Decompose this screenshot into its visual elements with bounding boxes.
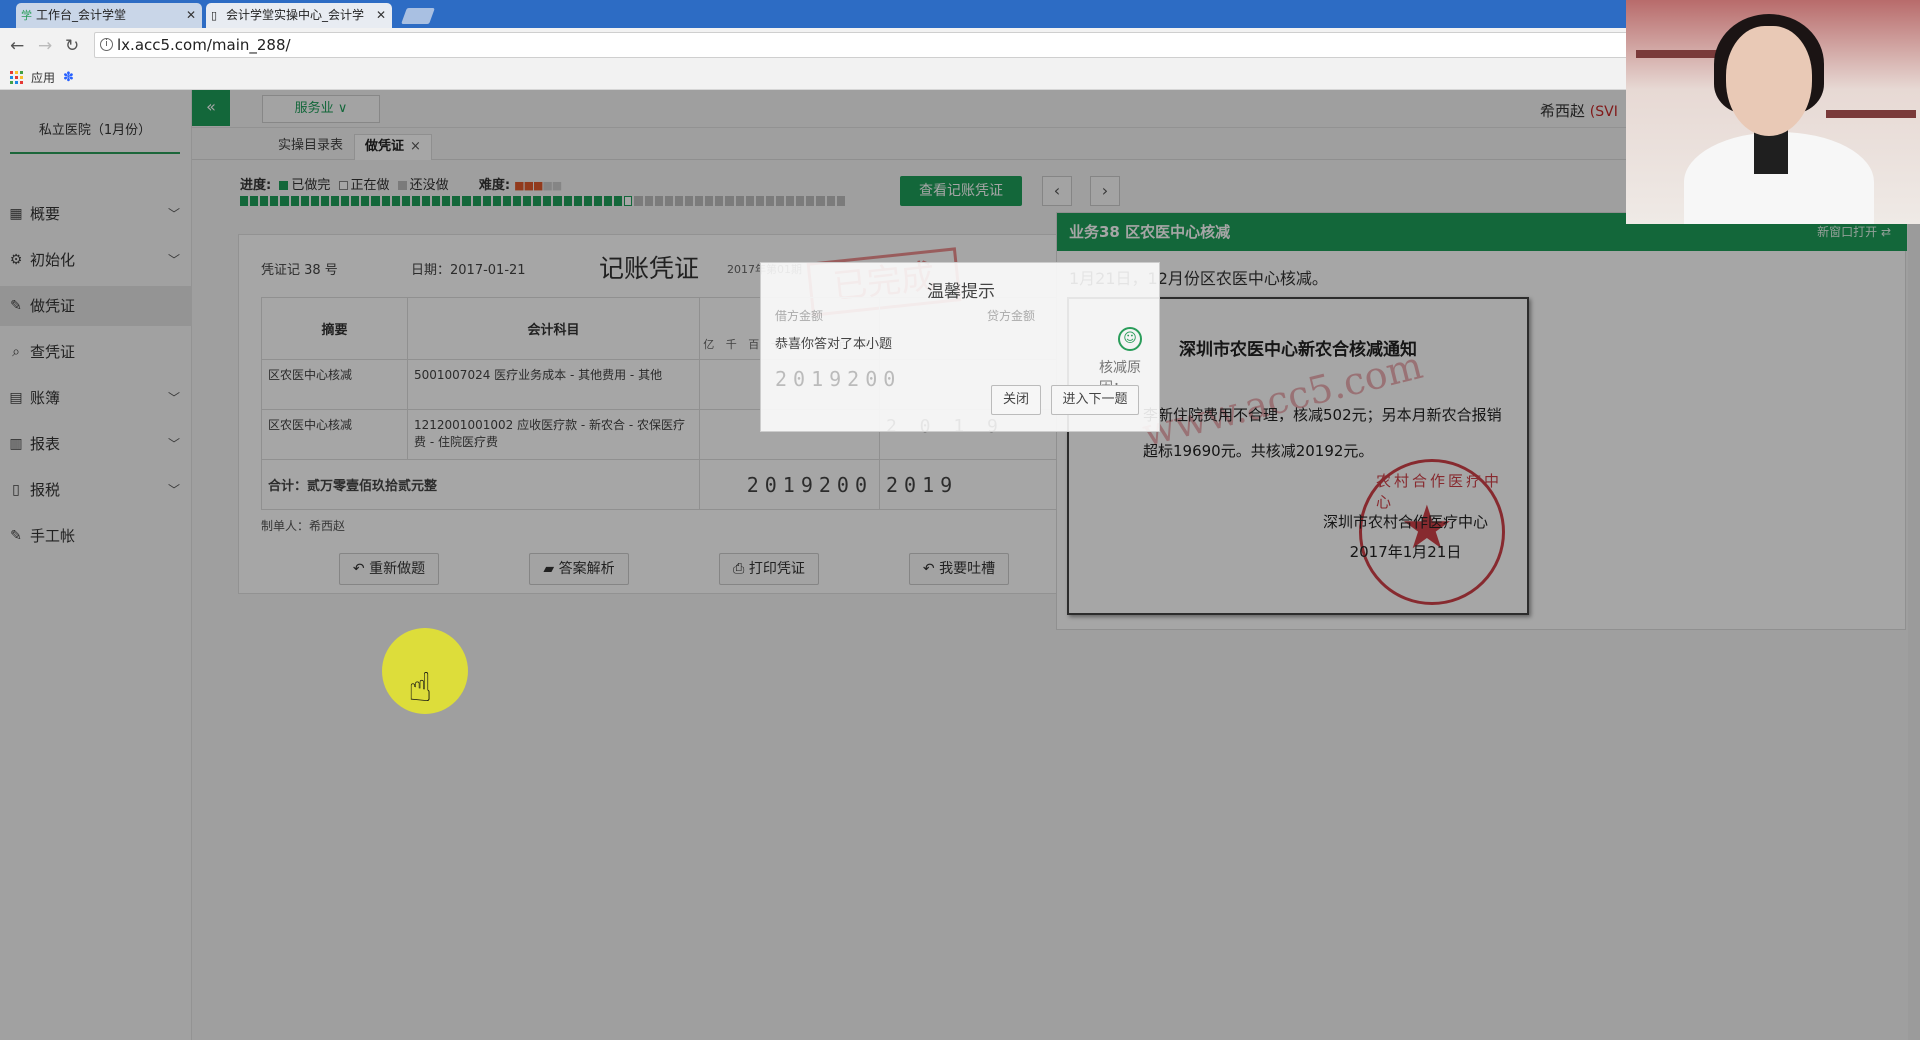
school-icon: 学 <box>21 9 32 22</box>
apps-bookmark[interactable]: 应用 ✽ <box>10 69 74 86</box>
forward-icon[interactable]: → <box>38 37 52 55</box>
back-icon[interactable]: ← <box>10 37 24 55</box>
apps-label: 应用 <box>31 71 56 85</box>
browser-tab-practice[interactable]: ▯ 会计学堂实操中心_会计学 ✕ <box>206 3 392 28</box>
tip-dialog: 温馨提示 借方金额 贷方金额 恭喜你答对了本小题 ☺ 2019200 核减原因：… <box>760 262 1160 432</box>
shelf <box>1636 50 1726 58</box>
page-icon: ▯ <box>211 9 218 22</box>
close-tab-icon[interactable]: ✕ <box>186 3 196 28</box>
dialog-close-button[interactable]: 关闭 <box>991 385 1041 415</box>
url-text: lx.acc5.com/main_288/ <box>117 36 291 54</box>
browser-tab-workbench[interactable]: 学 工作台_会计学堂 ✕ <box>16 3 202 28</box>
presenter-face <box>1726 26 1812 136</box>
url-input[interactable]: i lx.acc5.com/main_288/ <box>94 32 1634 58</box>
dialog-credit-label: 贷方金额 <box>987 309 1036 323</box>
baidu-paw-icon[interactable]: ✽ <box>63 70 74 85</box>
smile-icon: ☺ <box>1118 327 1142 351</box>
dialog-debit-label: 借方金额 <box>775 309 824 323</box>
dialog-title: 温馨提示 <box>927 282 995 302</box>
modal-overlay <box>0 90 1920 1040</box>
dialog-next-button[interactable]: 进入下一题 <box>1051 385 1139 415</box>
info-icon[interactable]: i <box>100 38 113 51</box>
hand-cursor-icon: ☝ <box>408 665 433 711</box>
tab-label: 工作台_会计学堂 <box>36 8 127 22</box>
apps-grid-icon <box>10 71 23 84</box>
dialog-message: 恭喜你答对了本小题 <box>775 337 893 352</box>
dialog-amount: 2019200 <box>775 367 902 391</box>
new-tab-button[interactable] <box>401 8 435 24</box>
close-tab-icon[interactable]: ✕ <box>376 3 386 28</box>
shelf <box>1826 110 1916 118</box>
tab-label: 会计学堂实操中心_会计学 <box>226 8 365 22</box>
reload-icon[interactable]: ↻ <box>65 37 79 55</box>
webcam-overlay <box>1626 0 1920 224</box>
